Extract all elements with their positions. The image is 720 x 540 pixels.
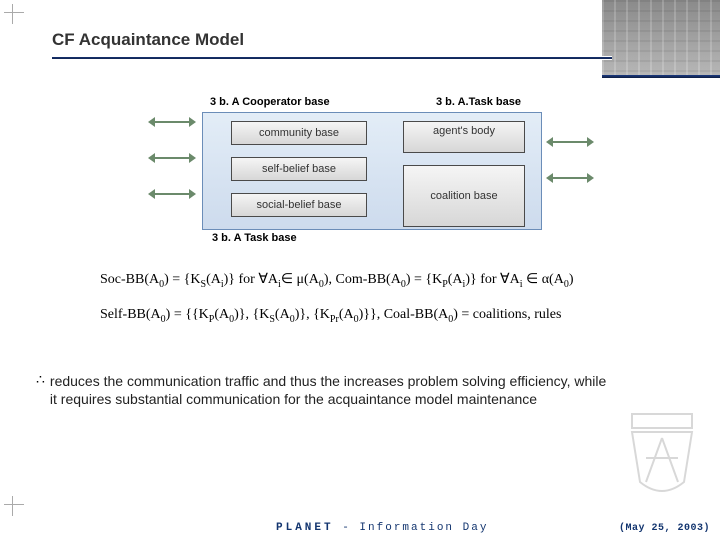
- diagram-label-task-bottom: 3 b. A Task base: [212, 232, 297, 244]
- formula-line-2: Self-BB(A0) = {{KP(A0)}, {KS(A0)}, {KPr(…: [100, 303, 660, 328]
- page-title: CF Acquaintance Model: [52, 30, 650, 50]
- double-arrow-icon: [150, 190, 194, 198]
- diagram-left-column: community base self-belief base social-b…: [231, 121, 367, 229]
- footer-brand: PLANET: [276, 522, 334, 534]
- arrows-left: [150, 118, 194, 226]
- footer-sep: -: [334, 522, 360, 534]
- corner-decoration-bottom: [4, 496, 24, 516]
- arrows-right: [548, 138, 592, 210]
- title-underline: [52, 56, 612, 60]
- title-bar: CF Acquaintance Model: [50, 30, 650, 60]
- corner-decoration-top: [4, 4, 24, 24]
- box-social-belief-base: social-belief base: [231, 193, 367, 217]
- bullet-block: ∴ reduces the communication traffic and …: [36, 372, 610, 408]
- formula-line-1: Soc-BB(A0) = {KS(Ai)} for ∀Ai∈ μ(A0), Co…: [100, 268, 660, 293]
- diagram-label-cooperator: 3 b. A Cooperator base: [210, 96, 330, 108]
- footer-left: PLANET - Information Day: [276, 522, 488, 534]
- diagram-label-task-top: 3 b. A.Task base: [436, 96, 521, 108]
- footer-event: Information Day: [359, 522, 488, 534]
- therefore-icon: ∴: [36, 372, 50, 408]
- diagram-right-column: agent's body coalition base: [403, 121, 525, 239]
- watermark-crest-icon: [622, 408, 702, 496]
- box-community-base: community base: [231, 121, 367, 145]
- footer: PLANET - Information Day (May 25, 2003): [0, 516, 720, 536]
- double-arrow-icon: [150, 154, 194, 162]
- box-self-belief-base: self-belief base: [231, 157, 367, 181]
- double-arrow-icon: [150, 118, 194, 126]
- formula-block: Soc-BB(A0) = {KS(Ai)} for ∀Ai∈ μ(A0), Co…: [100, 268, 660, 328]
- diagram-frame: community base self-belief base social-b…: [202, 112, 542, 230]
- footer-date: (May 25, 2003): [619, 523, 710, 534]
- box-coalition-base: coalition base: [403, 165, 525, 227]
- bullet-text: reduces the communication traffic and th…: [50, 372, 610, 408]
- slide-root: CF Acquaintance Model 3 b. A Cooperator …: [0, 0, 720, 540]
- double-arrow-icon: [548, 174, 592, 182]
- double-arrow-icon: [548, 138, 592, 146]
- box-agents-body: agent's body: [403, 121, 525, 153]
